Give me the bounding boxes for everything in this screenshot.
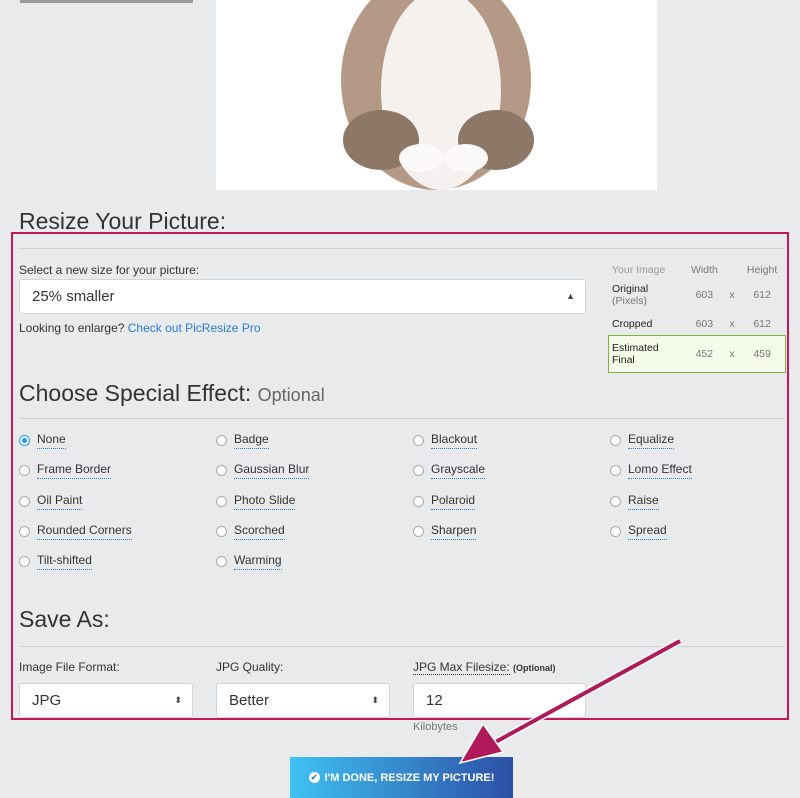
effect-option-sharpen[interactable]: Sharpen [413,523,477,540]
divider [19,418,785,419]
effect-option-tilt-shifted[interactable]: Tilt-shifted [19,553,92,570]
filesize-input[interactable]: 12 [413,683,586,718]
resize-heading: Resize Your Picture: [19,208,227,234]
effect-option-none[interactable]: None [19,432,66,449]
quality-label: JPG Quality: [216,660,284,674]
radio-button[interactable] [19,556,30,567]
effect-label: Blackout [431,432,478,449]
radio-button[interactable] [610,465,621,476]
table-row-final: Estimated Final 452 x 459 [608,335,786,373]
col-header: Your Image [612,264,666,276]
divider [19,646,785,647]
radio-button[interactable] [216,526,227,537]
radio-button[interactable] [216,496,227,507]
effect-option-badge[interactable]: Badge [216,432,269,449]
save-heading: Save As: [19,606,110,632]
effect-option-polaroid[interactable]: Polaroid [413,493,476,510]
effect-label: Photo Slide [234,493,296,510]
table-row: Cropped 603 x 612 [612,318,771,330]
check-circle-icon: ✔ [308,772,320,783]
radio-button[interactable] [216,465,227,476]
effect-label: Warming [234,553,282,570]
size-label: Select a new size for your picture: [19,263,200,277]
col-header: Width [690,264,718,276]
effect-option-warming[interactable]: Warming [216,553,282,570]
picresize-pro-link[interactable]: Check out PicResize Pro [128,321,261,335]
effect-label: Raise [628,493,659,510]
radio-button[interactable] [19,496,30,507]
effect-label: Lomo Effect [628,462,692,479]
effect-option-spread[interactable]: Spread [610,523,667,540]
effect-label: None [37,432,66,449]
radio-button[interactable] [610,496,621,507]
radio-button[interactable] [610,526,621,537]
effect-label: Sharpen [431,523,477,540]
effect-option-grayscale[interactable]: Grayscale [413,462,486,479]
effect-label: Oil Paint [37,493,83,510]
effect-option-frame-border[interactable]: Frame Border [19,462,112,479]
effect-label: Badge [234,432,269,449]
effects-heading: Choose Special Effect: Optional [19,380,325,406]
effect-option-equalize[interactable]: Equalize [610,432,675,449]
radio-button[interactable] [216,435,227,446]
effect-label: Gaussian Blur [234,462,310,479]
submit-label: I'M DONE, RESIZE MY PICTURE! [324,771,495,784]
select-arrows-icon: ⬍ [371,695,379,705]
format-select[interactable]: JPG ⬍ [19,683,193,718]
effect-label: Rounded Corners [37,523,132,540]
radio-button[interactable] [413,496,424,507]
enlarge-text: Looking to enlarge? [19,321,125,335]
filesize-label: JPG Max Filesize: (Optional) [413,660,556,675]
effect-option-oil-paint[interactable]: Oil Paint [19,493,83,510]
col-header: Height [746,264,778,276]
effect-option-blackout[interactable]: Blackout [413,432,478,449]
radio-button[interactable] [19,465,30,476]
dimensions-table: Your Image Width Height Original (Pixels) 60… [608,262,786,373]
effect-option-rounded-corners[interactable]: Rounded Corners [19,523,132,540]
effect-label: Polaroid [431,493,476,510]
effect-label: Frame Border [37,462,112,479]
effect-label: Tilt-shifted [37,553,92,570]
effect-option-scorched[interactable]: Scorched [216,523,285,540]
effect-option-gaussian-blur[interactable]: Gaussian Blur [216,462,310,479]
filesize-unit: Kilobytes [413,721,458,733]
effect-option-lomo-effect[interactable]: Lomo Effect [610,462,692,479]
size-value: 25% smaller [32,288,115,305]
size-select[interactable]: 25% smaller ▲ [19,279,586,314]
radio-button[interactable] [19,435,30,446]
effect-label: Equalize [628,432,675,449]
select-arrows-icon: ⬍ [174,695,182,705]
rabbit-image [216,0,657,190]
radio-button[interactable] [413,526,424,537]
divider [19,248,785,249]
effect-option-raise[interactable]: Raise [610,493,659,510]
radio-button[interactable] [413,435,424,446]
select-arrows-icon: ▲ [566,291,575,301]
radio-button[interactable] [216,556,227,567]
format-label: Image File Format: [19,660,120,674]
effect-option-photo-slide[interactable]: Photo Slide [216,493,296,510]
effect-label: Grayscale [431,462,486,479]
table-row: Original (Pixels) 603 x 612 [612,283,771,307]
top-button-edge [20,0,193,3]
quality-select[interactable]: Better ⬍ [216,683,390,718]
effect-label: Spread [628,523,667,540]
radio-button[interactable] [413,465,424,476]
radio-button[interactable] [610,435,621,446]
radio-button[interactable] [19,526,30,537]
resize-submit-button[interactable]: ✔ I'M DONE, RESIZE MY PICTURE! [290,757,513,798]
effect-label: Scorched [234,523,285,540]
